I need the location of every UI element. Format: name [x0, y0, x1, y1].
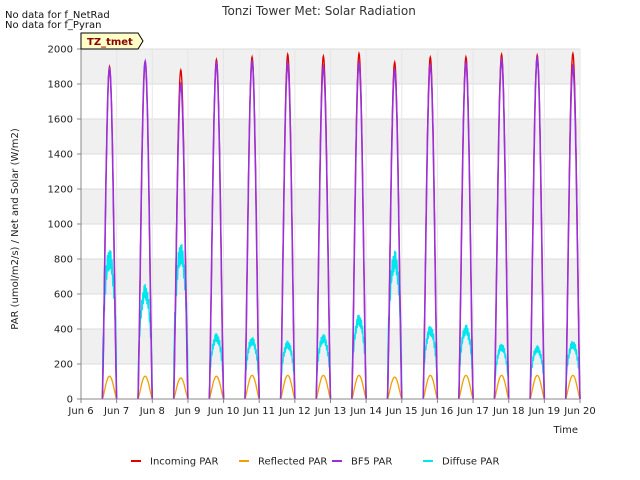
x-tick-label: Jun 11	[242, 406, 275, 417]
legend: Incoming PAR Reflected PAR BF5 PAR Diffuse …	[131, 457, 499, 468]
y-tick-label: 0	[67, 395, 73, 406]
legend-item-bf5-par: BF5 PAR	[332, 457, 392, 468]
y-tick-label: 1400	[48, 150, 73, 161]
legend-label: BF5 PAR	[351, 457, 392, 468]
x-axis-title: Time	[553, 425, 578, 436]
x-tick-label: Jun 12	[278, 406, 311, 417]
x-tick-label: Jun 15	[385, 406, 418, 417]
x-axis-ticks: Jun 6 Jun 7 Jun 8 Jun 9 Jun 10 Jun 11 Jun 12 Ju…	[67, 399, 596, 417]
x-tick-label: Jun 18	[492, 406, 525, 417]
no-data-note-pyran: No data for f_Pyran	[5, 20, 101, 31]
y-tick-label: 600	[54, 290, 73, 301]
solar-radiation-chart: No data for f_NetRad No data for f_Pyran…	[5, 4, 596, 468]
y-tick-label: 800	[54, 255, 73, 266]
y-axis-title: PAR (umol/m2/s) / Net and Solar (W/m2)	[10, 128, 21, 330]
x-tick-label: Jun 8	[139, 406, 165, 417]
station-tag: TZ_tmet	[80, 32, 144, 50]
y-tick-label: 200	[54, 360, 73, 371]
x-tick-label: Jun 14	[349, 406, 382, 417]
legend-label: Reflected PAR	[258, 457, 327, 468]
x-tick-label: Jun 7	[103, 406, 129, 417]
legend-label: Incoming PAR	[150, 457, 219, 468]
legend-item-incoming-par: Incoming PAR	[131, 457, 219, 468]
y-tick-label: 1600	[48, 115, 73, 126]
y-axis-ticks: 0 200 400 600 800 1000 1200 1400 1600 1800 2000	[48, 45, 81, 406]
x-tick-label: Jun 10	[207, 406, 240, 417]
y-tick-label: 1800	[48, 80, 73, 91]
x-tick-label: Jun 13	[314, 406, 347, 417]
x-tick-label: Jun 20	[563, 406, 596, 417]
station-tag-label: TZ_tmet	[87, 37, 133, 48]
x-tick-label: Jun 19	[528, 406, 561, 417]
legend-item-reflected-par: Reflected PAR	[239, 457, 327, 468]
legend-item-diffuse-par: Diffuse PAR	[423, 457, 499, 468]
y-tick-label: 2000	[48, 45, 73, 56]
y-tick-label: 400	[54, 325, 73, 336]
chart-title: Tonzi Tower Met: Solar Radiation	[221, 4, 416, 18]
x-tick-label: Jun 6	[67, 406, 93, 417]
y-tick-label: 1200	[48, 185, 73, 196]
legend-label: Diffuse PAR	[442, 457, 499, 468]
x-tick-label: Jun 9	[174, 406, 200, 417]
x-tick-label: Jun 16	[421, 406, 454, 417]
y-tick-label: 1000	[48, 220, 73, 231]
x-tick-label: Jun 17	[456, 406, 489, 417]
